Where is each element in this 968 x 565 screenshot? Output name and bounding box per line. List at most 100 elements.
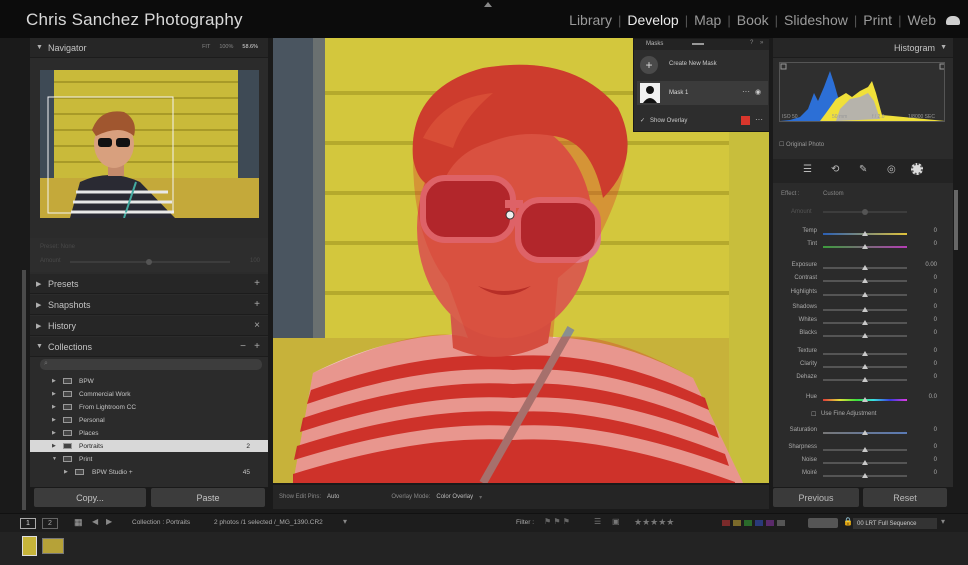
history-header[interactable]: ▶ History × <box>30 316 268 336</box>
mask-options-icon[interactable]: ··· <box>742 87 750 96</box>
slider-knob[interactable] <box>862 364 868 369</box>
module-map[interactable]: Map <box>688 12 727 28</box>
create-new-mask-label[interactable]: Create New Mask <box>669 61 717 67</box>
slider-value[interactable]: 0 <box>934 289 937 295</box>
slider-value[interactable]: 0 <box>934 470 937 476</box>
filter-preset-select[interactable] <box>808 518 838 528</box>
module-develop[interactable]: Develop <box>621 12 684 28</box>
panel-toggle-arrow-icon[interactable] <box>484 2 492 7</box>
add-collection-icon[interactable]: + <box>254 341 260 352</box>
collections-search-input[interactable]: ⌕ <box>40 359 262 370</box>
crop-tool-icon[interactable]: ⟲ <box>831 164 839 175</box>
module-library[interactable]: Library <box>563 12 618 28</box>
sliders-tool-icon[interactable]: ☰ <box>803 164 812 175</box>
checkmark-icon[interactable]: ✓ <box>640 117 645 124</box>
blue-label-icon[interactable] <box>755 520 763 526</box>
slider-knob[interactable] <box>862 430 868 435</box>
create-mask-plus-icon[interactable]: + <box>640 56 658 74</box>
slider-knob[interactable] <box>862 447 868 452</box>
slider-knob[interactable] <box>862 307 868 312</box>
chevron-down-icon[interactable]: ▾ <box>479 494 482 501</box>
filmstrip-thumbnail[interactable] <box>42 538 64 554</box>
overlay-mode-select[interactable]: Color Overlay <box>436 494 473 500</box>
collection-set-item[interactable]: ▶ Commercial Work <box>30 388 268 400</box>
help-icon[interactable]: ? <box>750 40 753 46</box>
module-print[interactable]: Print <box>857 12 898 28</box>
slider-knob[interactable] <box>862 292 868 297</box>
collections-header[interactable]: ▼ Collections − + <box>30 337 268 357</box>
slider-value[interactable]: 0 <box>934 275 937 281</box>
collection-item[interactable]: ▶ BPW Studio +45 <box>30 466 268 478</box>
collection-set-item[interactable]: ▶ Places <box>30 427 268 439</box>
slider-knob[interactable] <box>862 278 868 283</box>
effect-amount-knob[interactable] <box>862 209 868 215</box>
slider-value[interactable]: 0 <box>934 427 937 433</box>
overlay-options-icon[interactable]: ··· <box>755 115 763 124</box>
slider-knob[interactable] <box>862 460 868 465</box>
red-eye-tool-icon[interactable]: ◎ <box>887 164 896 175</box>
window-2-button[interactable]: 2 <box>42 518 58 529</box>
flag-filter-icon[interactable]: ⚑ ⚑ ⚑ <box>544 517 570 526</box>
slider-value[interactable]: 0 <box>934 374 937 380</box>
module-book[interactable]: Book <box>731 12 775 28</box>
overlay-color-swatch[interactable] <box>741 116 750 125</box>
slider-value[interactable]: 0.0 <box>929 394 937 400</box>
slider-knob[interactable] <box>862 351 868 356</box>
slider-knob[interactable] <box>862 231 868 236</box>
presets-header[interactable]: ▶ Presets + <box>30 274 268 294</box>
lock-icon[interactable]: 🔒 <box>843 517 853 526</box>
mask-1-row[interactable]: Mask 1 ··· ◉ <box>637 81 768 105</box>
slider-value[interactable]: 0 <box>934 304 937 310</box>
checkbox-icon[interactable]: ☐ <box>811 411 816 418</box>
histogram-header[interactable]: Histogram ▼ <box>773 38 953 58</box>
fine-adjustment-toggle[interactable]: ☐ Use Fine Adjustment <box>773 411 945 424</box>
collection-item-selected[interactable]: ▶ Portraits 2 <box>30 440 268 452</box>
slider-value[interactable]: 0 <box>934 228 937 234</box>
green-label-icon[interactable] <box>744 520 752 526</box>
chevron-down-icon[interactable]: ▾ <box>343 517 347 526</box>
chevron-down-icon[interactable]: ▾ <box>941 517 945 526</box>
forward-arrow-icon[interactable]: ▶ <box>106 517 112 526</box>
grid-view-icon[interactable]: ▦ <box>74 517 83 528</box>
snapshots-header[interactable]: ▶ Snapshots + <box>30 295 268 315</box>
slider-knob[interactable] <box>862 377 868 382</box>
zoom-current[interactable]: 58.6% <box>242 44 258 50</box>
purple-label-icon[interactable] <box>766 520 774 526</box>
slider-knob[interactable] <box>862 265 868 270</box>
collapse-all-icon[interactable]: − <box>240 341 246 352</box>
gray-label-icon[interactable] <box>777 520 785 526</box>
slider-value[interactable]: 0 <box>934 330 937 336</box>
slider-knob[interactable] <box>862 397 868 402</box>
back-arrow-icon[interactable]: ◀ <box>92 517 98 526</box>
clear-history-icon[interactable]: × <box>254 320 260 331</box>
slider-value[interactable]: 0 <box>934 317 937 323</box>
collection-set-item[interactable]: ▶ BPW <box>30 375 268 387</box>
eye-icon[interactable]: ◉ <box>755 88 761 96</box>
collection-set-item[interactable]: ▶ From Lightroom CC <box>30 401 268 413</box>
paste-button[interactable]: Paste <box>151 488 265 507</box>
cloud-sync-icon[interactable] <box>946 15 960 25</box>
histogram-graph[interactable]: ISO 50 50 mm f / 2.0 1/8000 SEC <box>779 62 945 122</box>
masking-tool-icon[interactable] <box>911 163 923 175</box>
virtual-copy-filter-icon[interactable]: ▣ <box>612 517 620 526</box>
copy-button[interactable]: Copy... <box>34 488 146 507</box>
add-preset-icon[interactable]: + <box>254 278 260 289</box>
window-1-button[interactable]: 1 <box>20 518 36 529</box>
panel-menu-icon[interactable]: » <box>760 40 763 46</box>
collection-set-item[interactable]: ▼ Print <box>30 453 268 465</box>
edit-pins-select[interactable]: Auto <box>327 494 339 500</box>
original-photo-checkbox[interactable]: ☐ Original Photo <box>779 141 824 148</box>
slider-knob[interactable] <box>862 333 868 338</box>
effect-select[interactable]: Custom <box>823 191 844 197</box>
slider-value[interactable]: 0 <box>934 361 937 367</box>
amount-knob[interactable] <box>146 259 152 265</box>
red-label-icon[interactable] <box>722 520 730 526</box>
rating-filter-stars-icon[interactable]: ★★★★★ <box>634 517 674 528</box>
color-label-filter[interactable] <box>722 520 808 526</box>
slider-knob[interactable] <box>862 244 868 249</box>
healing-brush-icon[interactable]: ✎ <box>859 164 867 175</box>
collection-source[interactable]: Collection : Portraits <box>132 519 190 526</box>
filmstrip-thumbnail[interactable] <box>22 536 37 556</box>
module-web[interactable]: Web <box>901 12 942 28</box>
zoom-100[interactable]: 100% <box>219 44 233 50</box>
